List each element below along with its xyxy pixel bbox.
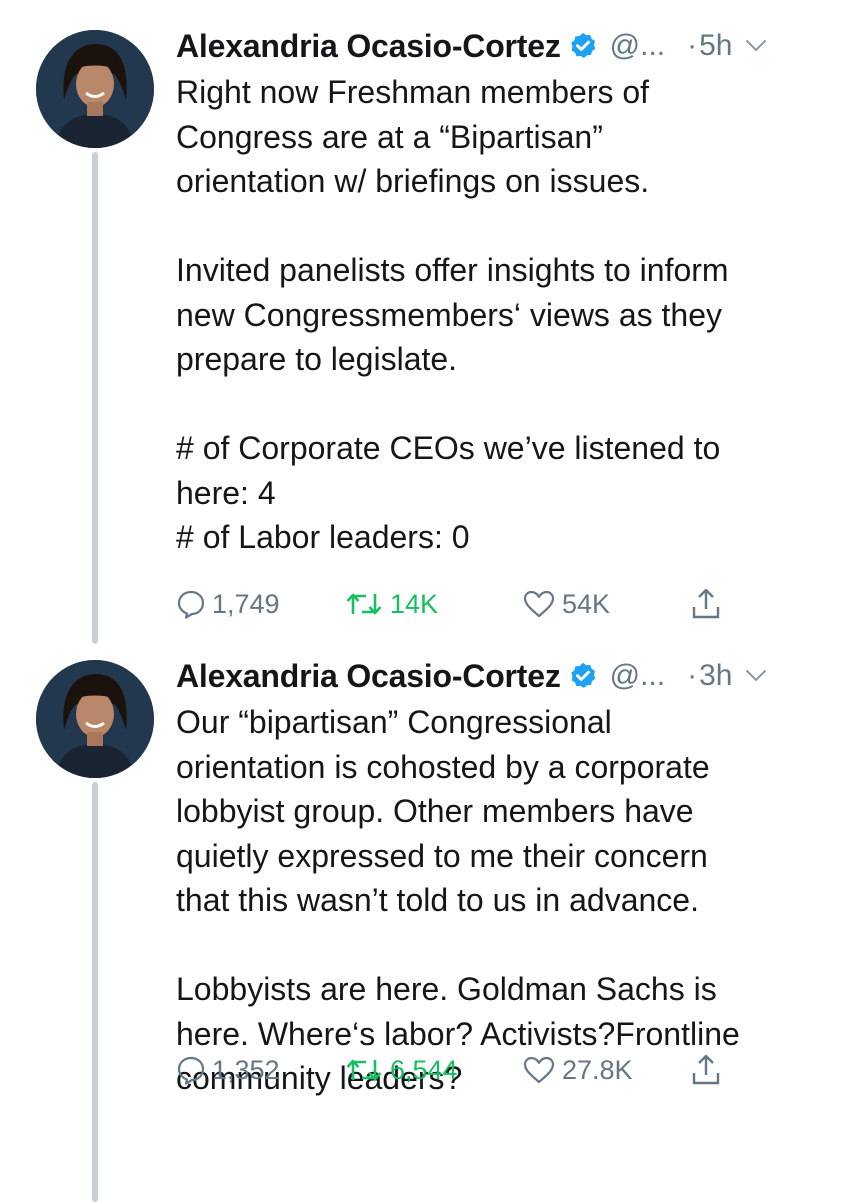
heart-icon [523,1056,555,1084]
text-line: lobbyist group. Other members have [176,793,694,829]
thread-connector-line [92,782,98,1202]
retweet-icon [346,1059,382,1081]
tweet-actions: 1,749 14K 54K [176,582,756,626]
text-line: Our “bipartisan” Congressional [176,704,612,740]
reply-button[interactable]: 1,749 [176,582,280,626]
retweet-count: 14K [390,588,439,619]
author-name[interactable]: Alexandria Ocasio-Cortez [176,28,561,65]
heart-icon [523,590,555,618]
reply-button[interactable]: 1,352 [176,1048,280,1092]
avatar[interactable] [36,660,154,778]
tweet-paragraph: Invited panelists offer insights to info… [176,248,836,382]
text-line: that this wasn’t told to us in advance. [176,882,699,918]
share-icon [692,1054,720,1085]
separator-dot: · [687,29,698,62]
avatar[interactable] [36,30,154,148]
retweet-button[interactable]: 6,544 [344,1048,458,1092]
text-line: # of Corporate CEOs we’ve listened to [176,430,721,466]
retweet-icon [346,593,382,615]
text-line: new Congressmembers‘ views as they [176,296,722,333]
chevron-down-icon[interactable] [745,39,767,53]
text-line: Lobbyists are here. Goldman Sachs is [176,971,717,1007]
separator-dot: · [687,659,698,692]
tweet-actions: 1,352 6,544 27.8K [176,1048,756,1092]
like-button[interactable]: 54K [522,582,610,626]
share-icon [692,588,720,619]
tweet-paragraph: Our “bipartisan” Congressional orientati… [176,700,836,923]
verified-badge-icon [570,662,595,688]
reply-count: 1,352 [212,1054,280,1085]
reply-count: 1,749 [212,588,280,619]
verified-badge-icon [570,32,595,58]
text-line: here: 4 [176,474,276,511]
thread-connector-line [92,152,98,644]
tweet[interactable]: Alexandria Ocasio-Cortez @... · 5h Right… [0,0,867,644]
like-count: 54K [562,588,611,619]
tweet-text: Our “bipartisan” Congressional orientati… [176,700,836,1101]
tweet-header: Alexandria Ocasio-Cortez @... · 5h [176,26,846,66]
text-line: Invited panelists offer insights to info… [176,252,729,288]
author-handle[interactable]: @... [610,659,665,693]
text-line: # of Labor leaders: 0 [176,519,470,555]
reply-icon [177,590,205,619]
text-line: Right now Freshman members of [176,74,650,110]
tweet-paragraph: # of Corporate CEOs we’ve listened to he… [176,426,836,560]
tweet-timestamp[interactable]: 5h [699,29,732,63]
tweet-text: Right now Freshman members of Congress a… [176,70,836,560]
author-name[interactable]: Alexandria Ocasio-Cortez [176,658,561,695]
chevron-down-icon[interactable] [745,669,767,683]
tweet-header: Alexandria Ocasio-Cortez @... · 3h [176,656,846,696]
like-count: 27.8K [562,1054,633,1085]
share-button[interactable] [690,1048,728,1092]
text-line: quietly expressed to me their concern [176,837,708,874]
text-line: orientation w/ briefings on issues. [176,163,650,199]
text-line: prepare to legislate. [176,341,458,377]
tweet-paragraph: Right now Freshman members of Congress a… [176,70,836,204]
like-button[interactable]: 27.8K [522,1048,633,1092]
retweet-count: 6,544 [390,1054,458,1085]
author-handle[interactable]: @... [610,29,665,63]
tweet-timestamp[interactable]: 3h [699,659,732,693]
text-line: orientation is cohosted by a corporate [176,748,710,785]
text-line: Congress are at a “Bipartisan” [176,118,603,155]
reply-icon [177,1056,205,1085]
tweet[interactable]: Alexandria Ocasio-Cortez @... · 3h Our “… [0,630,867,1202]
share-button[interactable] [690,582,728,626]
retweet-button[interactable]: 14K [344,582,438,626]
